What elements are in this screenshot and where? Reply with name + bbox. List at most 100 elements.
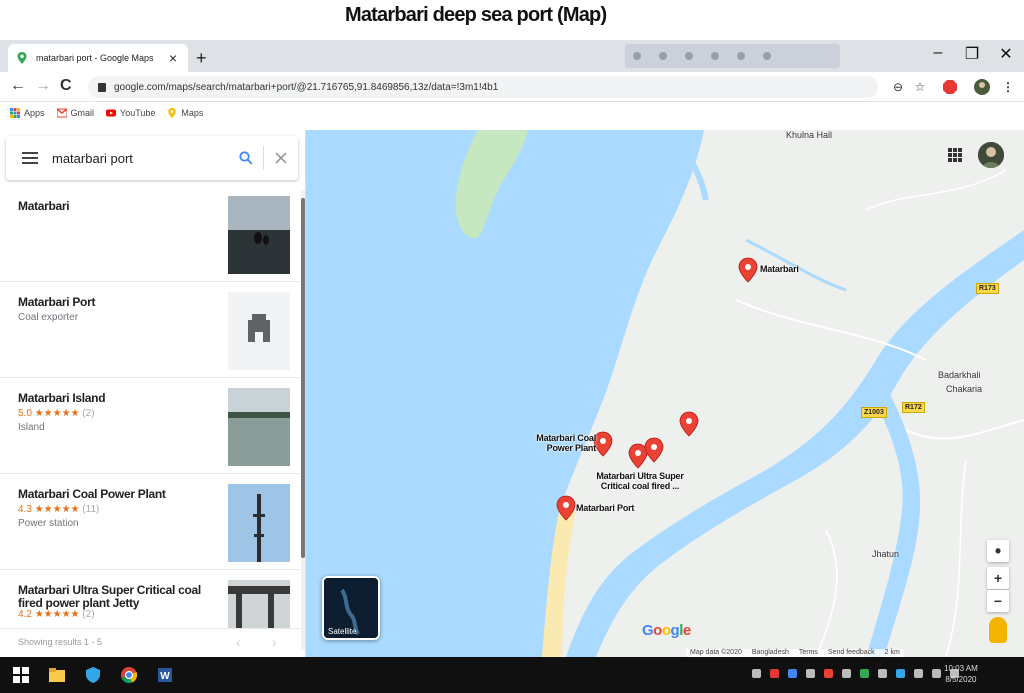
zoom-in-button[interactable]: + [987, 567, 1009, 589]
my-location-button[interactable]: • [987, 540, 1009, 562]
extension-icon[interactable] [633, 52, 641, 60]
tray-icon[interactable] [878, 669, 887, 678]
result-rating: 4.3 ★★★★★ (11) [18, 504, 100, 515]
account-avatar[interactable] [978, 142, 1004, 168]
tray-icon[interactable] [806, 669, 815, 678]
bookmark-label: Gmail [70, 108, 95, 118]
adblock-icon[interactable] [942, 79, 958, 95]
result-photo [228, 484, 290, 562]
result-photo [228, 388, 290, 466]
star-rating-icon: ★★★★★ [34, 504, 80, 515]
result-type: Power station [18, 518, 79, 529]
label-ultra-super-critical[interactable]: Matarbari Ultra Super Critical coal fire… [590, 471, 690, 491]
street-view-pegman-icon[interactable] [989, 617, 1007, 643]
result-item-matarbari[interactable]: Matarbari [0, 186, 300, 282]
profile-avatar-icon[interactable] [974, 79, 990, 95]
search-icon[interactable] [229, 136, 263, 180]
result-placeholder-image [228, 292, 290, 370]
reload-button[interactable]: C [60, 77, 72, 95]
zoom-icon[interactable]: ⊖ [890, 79, 906, 95]
scrollbar-thumb[interactable] [301, 198, 305, 558]
extension-icon[interactable] [763, 52, 771, 60]
forward-button[interactable]: → [35, 77, 51, 95]
caption-area: Matarbari deep sea port (Map) [0, 0, 1024, 40]
maps-icon [168, 108, 177, 118]
bookmark-maps[interactable]: Maps [167, 108, 203, 118]
url-text[interactable]: google.com/maps/search/matarbari+port/@2… [114, 82, 498, 93]
map-canvas[interactable]: Matarbari Matarbari Coal Power Plant Mat… [306, 130, 1024, 657]
result-title[interactable]: Matarbari Island [18, 392, 218, 405]
tray-icon[interactable] [932, 669, 941, 678]
result-item-matarbari-island[interactable]: Matarbari Island 5.0 ★★★★★ (2) Island [0, 378, 300, 474]
road-shield-z1003: Z1003 [861, 407, 887, 418]
file-explorer-icon[interactable] [48, 666, 66, 684]
clock-time: 10:03 AM [944, 664, 978, 673]
extension-icon[interactable] [685, 52, 693, 60]
tray-icon[interactable] [896, 669, 905, 678]
result-title[interactable]: Matarbari Coal Power Plant [18, 488, 218, 501]
tray-icon[interactable] [752, 669, 761, 678]
label-matarbari[interactable]: Matarbari [760, 264, 799, 274]
map-attribution: Map data ©2020 Bangladesh Terms Send fee… [686, 649, 904, 657]
tray-icon[interactable] [860, 669, 869, 678]
tray-icon[interactable] [770, 669, 779, 678]
window-close-button[interactable]: ✕ [996, 44, 1016, 64]
minimize-button[interactable]: – [928, 44, 948, 62]
bookmark-gmail[interactable]: Gmail [56, 108, 95, 118]
extension-icon[interactable] [711, 52, 719, 60]
bookmark-label: Maps [181, 108, 204, 118]
chrome-icon[interactable] [120, 666, 138, 684]
results-sidebar: Matarbari Matarbari Port Coal exporter M… [0, 130, 306, 657]
bookmark-star-icon[interactable]: ☆ [912, 79, 928, 95]
result-item-matarbari-port[interactable]: Matarbari Port Coal exporter [0, 282, 300, 378]
label-matarbari-port[interactable]: Matarbari Port [576, 503, 634, 513]
taskbar-clock[interactable]: 10:03 AM 8/5/2020 [944, 663, 978, 685]
new-tab-button[interactable]: + [196, 48, 207, 69]
region-link[interactable]: Bangladesh [752, 649, 789, 657]
restore-button[interactable]: ❐ [962, 44, 982, 64]
tab-close-button[interactable]: × [166, 50, 180, 66]
result-item-ultra-super-critical-jetty[interactable]: Matarbari Ultra Super Critical coal fire… [0, 570, 300, 632]
windows-start-icon[interactable] [12, 666, 30, 684]
google-apps-icon[interactable] [948, 148, 962, 162]
tray-icon[interactable] [788, 669, 797, 678]
result-title[interactable]: Matarbari Ultra Super Critical coal fire… [18, 584, 218, 610]
clear-search-icon[interactable] [264, 136, 298, 180]
label-coal-power-plant[interactable]: Matarbari Coal Power Plant [526, 433, 596, 453]
clock-date: 8/5/2020 [945, 675, 977, 684]
terms-link[interactable]: Terms [799, 649, 818, 657]
next-page-button[interactable]: › [272, 634, 277, 650]
town-label-north: Khulna Hall [786, 130, 833, 140]
tray-icon[interactable] [842, 669, 851, 678]
tray-icon[interactable] [914, 669, 923, 678]
apps-icon [10, 108, 20, 118]
bookmark-youtube[interactable]: YouTube [106, 108, 155, 118]
system-tray [752, 669, 959, 678]
shield-app-icon[interactable] [84, 666, 102, 684]
results-count: Showing results 1 - 5 [18, 637, 103, 647]
result-item-coal-power-plant[interactable]: Matarbari Coal Power Plant 4.3 ★★★★★ (11… [0, 474, 300, 570]
hamburger-menu-icon[interactable] [22, 152, 38, 164]
search-input[interactable] [52, 150, 229, 166]
scale-bar[interactable]: 2 km [885, 649, 900, 657]
result-title[interactable]: Matarbari Port [18, 296, 218, 309]
result-title[interactable]: Matarbari [18, 200, 218, 213]
result-type: Island [18, 422, 45, 433]
results-scrollbar[interactable] [301, 190, 305, 650]
extension-icon[interactable] [737, 52, 745, 60]
send-feedback-link[interactable]: Send feedback [828, 649, 875, 657]
satellite-layer-toggle[interactable]: Satellite [322, 576, 380, 640]
town-label-chakaria: Chakaria [946, 384, 983, 394]
menu-dots-icon[interactable]: ⋮ [1000, 79, 1016, 95]
omnibox[interactable]: google.com/maps/search/matarbari+port/@2… [88, 76, 878, 98]
bookmark-apps[interactable]: Apps [10, 108, 45, 118]
previous-page-button[interactable]: ‹ [236, 634, 241, 650]
town-label-badarkhali: Badarkhali [938, 370, 981, 380]
back-button[interactable]: ← [10, 77, 26, 95]
result-rating: 4.2 ★★★★★ (2) [18, 609, 95, 620]
word-icon[interactable]: W [156, 666, 174, 684]
tray-icon[interactable] [824, 669, 833, 678]
zoom-out-button[interactable]: − [987, 590, 1009, 612]
extension-icon[interactable] [659, 52, 667, 60]
tab-google-maps[interactable]: matarbari port - Google Maps × [8, 44, 188, 72]
